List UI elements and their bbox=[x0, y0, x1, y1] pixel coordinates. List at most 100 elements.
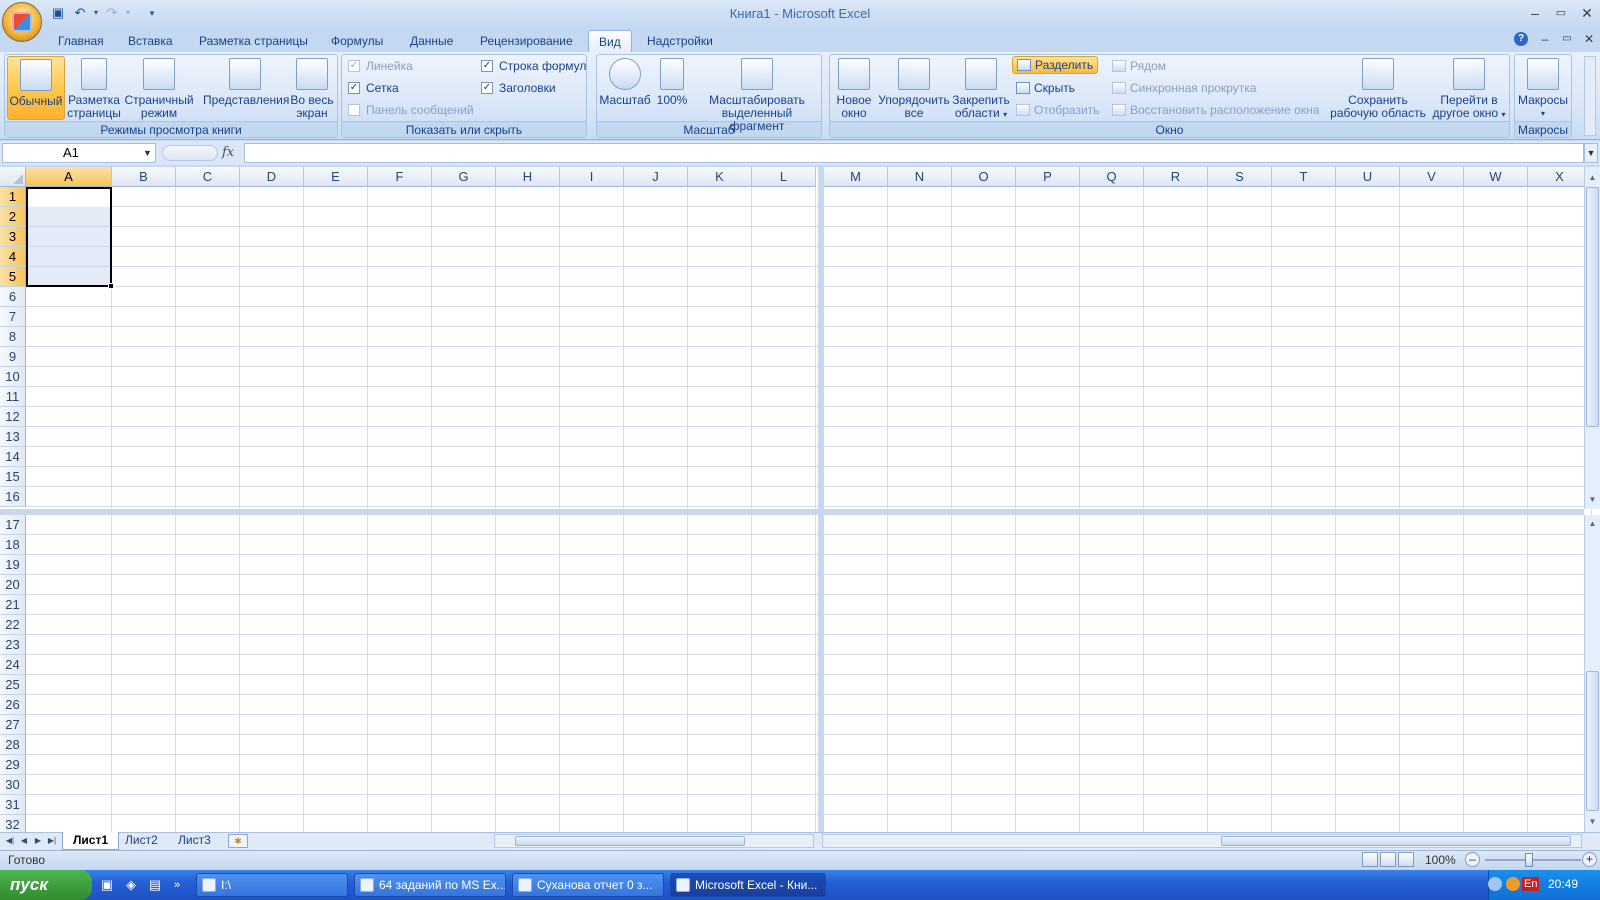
normal-view-button[interactable]: Обычный bbox=[7, 56, 65, 120]
row-header[interactable]: 6 bbox=[0, 287, 26, 307]
column-header[interactable]: N bbox=[888, 167, 952, 187]
ruler-checkbox[interactable]: ✓ Линейка bbox=[348, 59, 413, 73]
formula-input[interactable] bbox=[244, 143, 1584, 163]
vertical-split-bar[interactable] bbox=[818, 167, 824, 832]
zoom-selection-button[interactable]: Масштабировать выделенный фрагмент bbox=[694, 56, 820, 133]
column-header[interactable]: Q bbox=[1080, 167, 1144, 187]
column-header[interactable]: A bbox=[26, 167, 112, 187]
row-header[interactable]: 10 bbox=[0, 367, 26, 387]
hide-window-button[interactable]: Скрыть bbox=[1016, 81, 1075, 95]
taskbar-item-explorer[interactable]: I:\ bbox=[196, 873, 348, 897]
zoom-level[interactable]: 100% bbox=[1425, 853, 1456, 867]
insert-function-button[interactable]: fx bbox=[222, 145, 234, 160]
reset-position-button[interactable]: Восстановить расположение окна bbox=[1112, 103, 1319, 117]
row-header[interactable]: 16 bbox=[0, 487, 26, 507]
select-all-corner[interactable] bbox=[0, 167, 26, 187]
taskbar-item-excel[interactable]: Microsoft Excel - Кни... bbox=[670, 873, 826, 897]
column-header[interactable]: L bbox=[752, 167, 816, 187]
column-header[interactable]: B bbox=[112, 167, 176, 187]
message-bar-checkbox[interactable]: Панель сообщений bbox=[348, 103, 474, 117]
vertical-scrollbar-top[interactable]: ▲ ▼ bbox=[1584, 167, 1600, 509]
split-button[interactable]: Разделить bbox=[1012, 56, 1099, 74]
column-header[interactable]: X bbox=[1528, 167, 1592, 187]
name-box-dropdown-icon[interactable]: ▼ bbox=[143, 143, 155, 163]
page-layout-view-button[interactable]: Разметка страницы bbox=[66, 56, 122, 120]
page-break-view-button[interactable]: Страничный режим bbox=[123, 56, 195, 120]
column-header[interactable]: H bbox=[496, 167, 560, 187]
workbook-minimize-button[interactable]: – bbox=[1534, 30, 1556, 48]
row-header[interactable]: 14 bbox=[0, 447, 26, 467]
taskbar-item-doc1[interactable]: 64 заданий по MS Ex... bbox=[354, 873, 506, 897]
column-header[interactable]: C bbox=[176, 167, 240, 187]
row-header[interactable]: 28 bbox=[0, 735, 26, 755]
tab-formulas[interactable]: Формулы bbox=[321, 30, 393, 52]
row-header[interactable]: 11 bbox=[0, 387, 26, 407]
zoom-out-icon[interactable]: – bbox=[1465, 852, 1480, 867]
column-header[interactable]: T bbox=[1272, 167, 1336, 187]
row-header[interactable]: 2 bbox=[0, 207, 26, 227]
horizontal-split-bar[interactable] bbox=[0, 509, 1584, 515]
zoom-slider[interactable] bbox=[1485, 859, 1581, 861]
zoom-slider-knob[interactable] bbox=[1525, 853, 1533, 867]
fill-handle[interactable] bbox=[108, 283, 114, 289]
column-header[interactable]: D bbox=[240, 167, 304, 187]
quicklaunch-1-icon[interactable]: ▣ bbox=[98, 876, 116, 894]
column-header[interactable]: K bbox=[688, 167, 752, 187]
last-sheet-icon[interactable]: ▶| bbox=[46, 834, 58, 848]
column-header[interactable]: I bbox=[560, 167, 624, 187]
row-header[interactable]: 12 bbox=[0, 407, 26, 427]
tab-review[interactable]: Рецензирование bbox=[470, 30, 583, 52]
tab-addins[interactable]: Надстройки bbox=[637, 30, 723, 52]
scroll-thumb-bottom[interactable] bbox=[1586, 671, 1599, 811]
row-header[interactable]: 4 bbox=[0, 247, 26, 267]
next-sheet-icon[interactable]: ▶ bbox=[32, 834, 44, 848]
sheet-tab-1[interactable]: Лист1 bbox=[62, 832, 120, 850]
taskbar-item-doc2[interactable]: Суханова отчет 0 з... bbox=[512, 873, 664, 897]
office-button[interactable] bbox=[2, 2, 42, 42]
horizontal-scrollbar-left[interactable] bbox=[494, 834, 814, 848]
column-header[interactable]: O bbox=[952, 167, 1016, 187]
gridlines-checkbox[interactable]: ✓ Сетка bbox=[348, 81, 399, 95]
row-header[interactable]: 8 bbox=[0, 327, 26, 347]
expand-formula-bar-icon[interactable]: ▼ bbox=[1584, 143, 1598, 163]
zoom-in-icon[interactable]: + bbox=[1582, 852, 1597, 867]
normal-view-status-icon[interactable] bbox=[1362, 852, 1378, 867]
help-icon[interactable]: ? bbox=[1514, 32, 1528, 46]
formula-bar-handle[interactable] bbox=[162, 145, 218, 161]
tab-view[interactable]: Вид bbox=[588, 30, 632, 52]
workbook-close-button[interactable]: ✕ bbox=[1578, 30, 1600, 48]
row-header[interactable]: 26 bbox=[0, 695, 26, 715]
horizontal-scrollbar-right[interactable] bbox=[822, 834, 1582, 848]
quicklaunch-more-icon[interactable]: » bbox=[168, 876, 186, 894]
tab-insert[interactable]: Вставка bbox=[118, 30, 183, 52]
column-header[interactable]: W bbox=[1464, 167, 1528, 187]
row-header[interactable]: 3 bbox=[0, 227, 26, 247]
full-screen-button[interactable]: Во весь экран bbox=[288, 56, 336, 120]
insert-sheet-icon[interactable]: ✱ bbox=[228, 834, 248, 848]
row-header[interactable]: 21 bbox=[0, 595, 26, 615]
custom-views-button[interactable]: Представления bbox=[203, 56, 289, 120]
language-indicator[interactable]: En bbox=[1522, 877, 1540, 891]
row-header[interactable]: 31 bbox=[0, 795, 26, 815]
row-header[interactable]: 15 bbox=[0, 467, 26, 487]
row-header[interactable]: 25 bbox=[0, 675, 26, 695]
column-header[interactable]: R bbox=[1144, 167, 1208, 187]
ribbon-scroll[interactable] bbox=[1584, 56, 1596, 136]
scroll-down-icon[interactable]: ▼ bbox=[1585, 493, 1600, 507]
tray-back-icon[interactable] bbox=[1488, 877, 1502, 891]
column-header[interactable]: V bbox=[1400, 167, 1464, 187]
column-header[interactable]: U bbox=[1336, 167, 1400, 187]
save-workspace-button[interactable]: Сохранить рабочую область bbox=[1328, 56, 1428, 120]
row-header[interactable]: 24 bbox=[0, 655, 26, 675]
page-layout-status-icon[interactable] bbox=[1380, 852, 1396, 867]
unhide-window-button[interactable]: Отобразить bbox=[1016, 103, 1099, 117]
switch-windows-button[interactable]: Перейти в другое окно ▾ bbox=[1430, 56, 1508, 120]
tab-home[interactable]: Главная bbox=[48, 30, 114, 52]
formula-bar-checkbox[interactable]: ✓ Строка формул bbox=[481, 59, 586, 73]
freeze-panes-button[interactable]: Закрепить области ▾ bbox=[952, 56, 1010, 120]
minimize-button[interactable]: – bbox=[1524, 4, 1546, 22]
vertical-scrollbar-bottom[interactable]: ▲ ▼ bbox=[1584, 515, 1600, 832]
row-header[interactable]: 1 bbox=[0, 187, 26, 207]
tab-page-layout[interactable]: Разметка страницы bbox=[189, 30, 318, 52]
new-window-button[interactable]: Новое окно bbox=[832, 56, 876, 120]
